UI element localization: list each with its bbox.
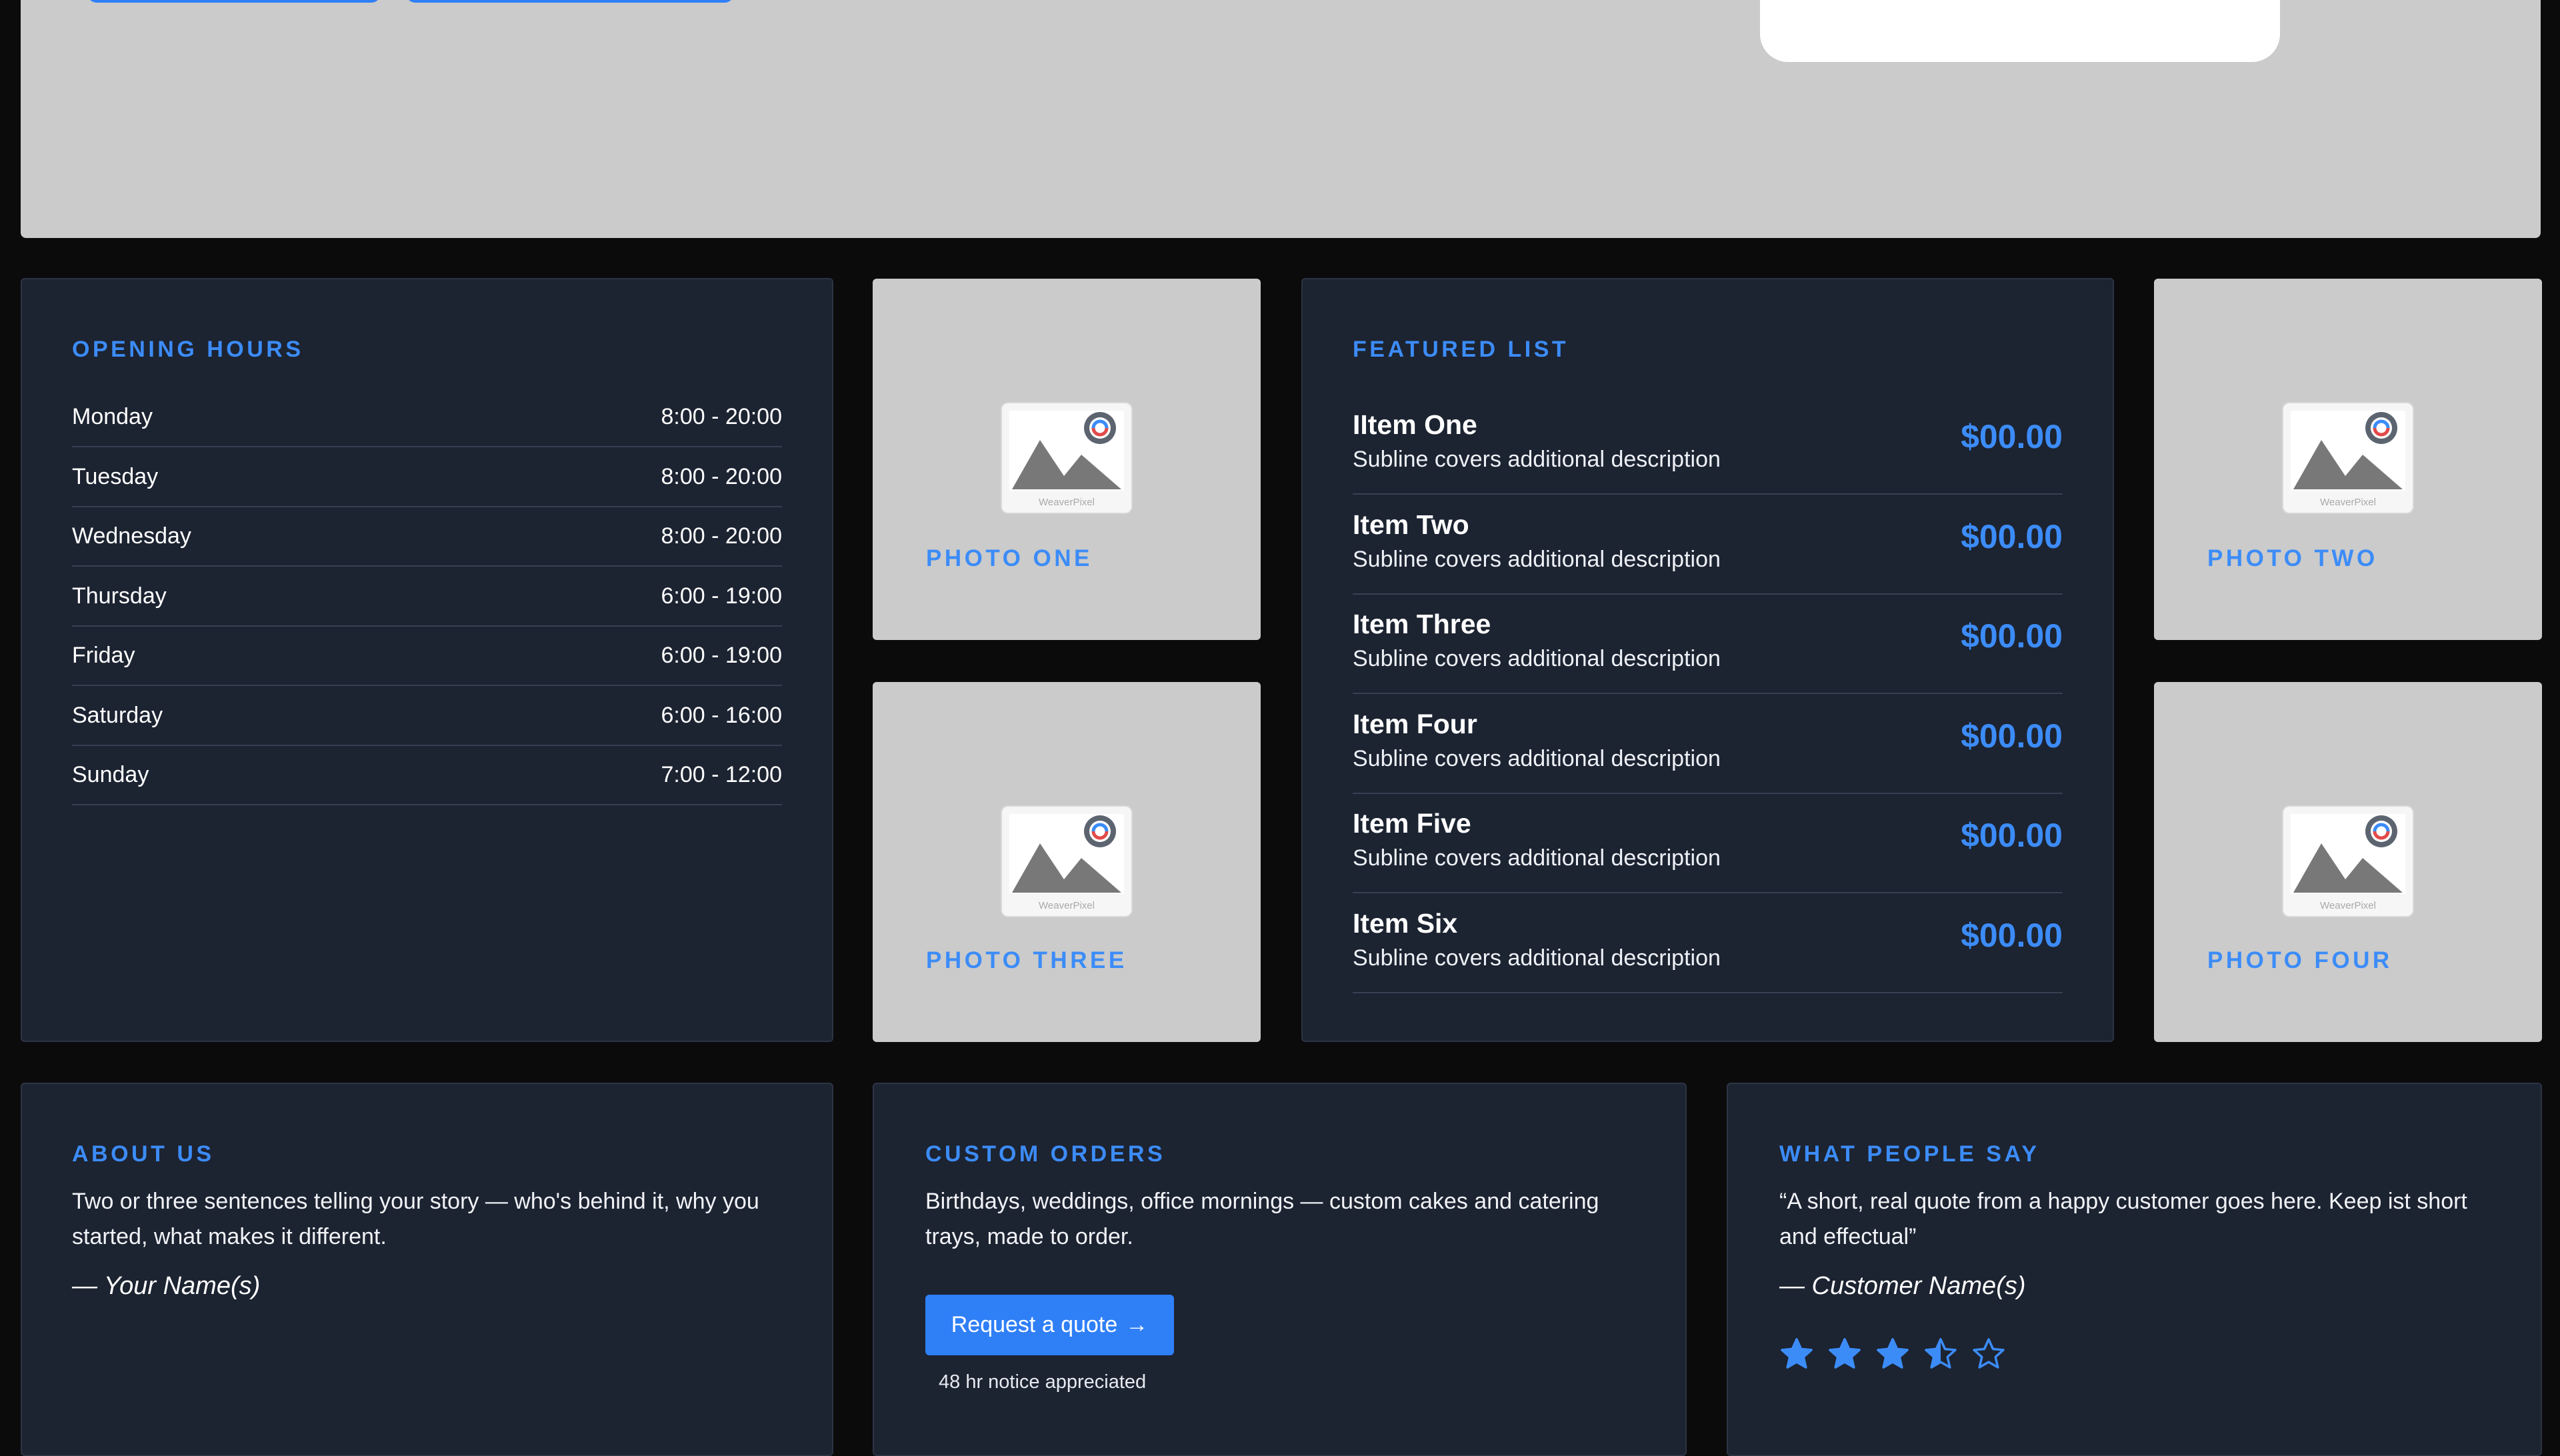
- item-price: $00.00: [1961, 916, 2063, 954]
- photo-card-two[interactable]: WeaverPixel PHOTO TWO: [2154, 279, 2542, 640]
- hours-row: Monday 8:00 - 20:00: [72, 387, 782, 447]
- item-subtitle: Subline covers additional description: [1353, 745, 1721, 771]
- about-signature: — Your Name(s): [72, 1272, 261, 1300]
- opening-hours-card: OPENING HOURS Monday 8:00 - 20:00 Tuesday 8…: [21, 278, 833, 1042]
- photo-label: PHOTO TWO: [2207, 545, 2378, 571]
- photo-card-four[interactable]: WeaverPixel PHOTO FOUR: [2154, 682, 2542, 1042]
- item-price: $00.00: [1961, 418, 2063, 455]
- featured-list-heading: FEATURED LIST: [1353, 337, 1569, 362]
- hero-primary-button[interactable]: [87, 0, 381, 3]
- image-placeholder-icon: WeaverPixel: [1000, 805, 1133, 918]
- hours-row: Friday 6:00 - 19:00: [72, 625, 782, 686]
- item-subtitle: Subline covers additional description: [1353, 447, 1721, 472]
- star-filled-icon: [1876, 1337, 1909, 1371]
- testimonial-heading: WHAT PEOPLE SAY: [1779, 1141, 2040, 1167]
- notice-text: 48 hr notice appreciated: [939, 1371, 1147, 1393]
- custom-orders-text: Birthdays, weddings, office mornings — c…: [925, 1189, 1599, 1249]
- about-card: ABOUT US Two or three sentences telling …: [21, 1083, 833, 1456]
- hours-row: Tuesday 8:00 - 20:00: [72, 447, 782, 507]
- item-price: $00.00: [1961, 717, 2063, 755]
- item-title: Item Three: [1353, 609, 1491, 639]
- hero-secondary-button[interactable]: [406, 0, 734, 3]
- watermark-text: WeaverPixel: [2320, 900, 2376, 911]
- featured-item[interactable]: Item Five Subline covers additional descr…: [1353, 792, 2063, 893]
- item-title: IItem One: [1353, 409, 1477, 440]
- item-subtitle: Subline covers additional description: [1353, 646, 1721, 671]
- featured-item[interactable]: Item Three Subline covers additional desc…: [1353, 593, 2063, 694]
- watermark-text: WeaverPixel: [1039, 900, 1095, 911]
- opening-hours-heading: OPENING HOURS: [72, 337, 304, 362]
- custom-orders-card: CUSTOM ORDERS Birthdays, weddings, offic…: [873, 1083, 1687, 1456]
- hours-day: Saturday: [72, 702, 163, 728]
- request-quote-label: Request a quote: [951, 1312, 1118, 1337]
- hours-day: Tuesday: [72, 463, 159, 489]
- custom-orders-heading: CUSTOM ORDERS: [925, 1141, 1166, 1167]
- item-subtitle: Subline covers additional description: [1353, 945, 1721, 971]
- hours-row: Saturday 6:00 - 16:00: [72, 685, 782, 746]
- item-subtitle: Subline covers additional description: [1353, 845, 1721, 871]
- hours-day: Wednesday: [72, 523, 191, 549]
- hours-time: 6:00 - 19:00: [661, 643, 782, 668]
- hours-time: 7:00 - 12:00: [661, 762, 782, 787]
- testimonial-quote: “A short, real quote from a happy custom…: [1779, 1189, 2467, 1249]
- photo-label: PHOTO ONE: [926, 545, 1093, 571]
- testimonial-author: — Customer Name(s): [1779, 1272, 2026, 1300]
- item-subtitle: Subline covers additional description: [1353, 546, 1721, 572]
- star-rating: [1780, 1337, 2005, 1371]
- star-empty-icon: [1972, 1337, 2005, 1371]
- item-price: $00.00: [1961, 617, 2063, 655]
- hours-day: Friday: [72, 643, 135, 668]
- item-title: Item Six: [1353, 907, 1458, 939]
- featured-item[interactable]: IItem One Subline covers additional descr…: [1353, 393, 2063, 495]
- photo-card-one[interactable]: WeaverPixel PHOTO ONE: [873, 279, 1261, 640]
- featured-item[interactable]: Item Four Subline covers additional descr…: [1353, 693, 2063, 794]
- image-placeholder-icon: WeaverPixel: [1000, 401, 1133, 515]
- watermark-text: WeaverPixel: [2320, 497, 2376, 508]
- watermark-text: WeaverPixel: [1039, 497, 1095, 508]
- hours-time: 8:00 - 20:00: [661, 523, 782, 549]
- item-price: $00.00: [1961, 817, 2063, 854]
- hours-row: Sunday 7:00 - 12:00: [72, 745, 782, 805]
- request-quote-button[interactable]: Request a quote →: [925, 1295, 1174, 1355]
- image-placeholder-icon: WeaverPixel: [2281, 401, 2415, 515]
- hero-card: [1760, 0, 2280, 62]
- item-price: $00.00: [1961, 517, 2063, 555]
- featured-list-card: FEATURED LIST IItem One Subline covers ad…: [1301, 278, 2114, 1042]
- item-title: Item Two: [1353, 509, 1469, 540]
- star-filled-icon: [1780, 1337, 1813, 1371]
- featured-item[interactable]: Item Six Subline covers additional descri…: [1353, 892, 2063, 993]
- item-title: Item Four: [1353, 708, 1477, 739]
- item-title: Item Five: [1353, 808, 1471, 839]
- arrow-right-icon: →: [1125, 1312, 1149, 1337]
- photo-label: PHOTO THREE: [926, 947, 1127, 973]
- hours-time: 8:00 - 20:00: [661, 404, 782, 429]
- hours-time: 6:00 - 16:00: [661, 702, 782, 728]
- image-placeholder-icon: WeaverPixel: [2281, 805, 2415, 918]
- hours-day: Monday: [72, 404, 153, 429]
- hours-row: Wednesday 8:00 - 20:00: [72, 506, 782, 567]
- hours-day: Sunday: [72, 762, 149, 787]
- about-text: Two or three sentences telling your stor…: [72, 1189, 759, 1249]
- hours-day: Thursday: [72, 583, 167, 609]
- hours-time: 8:00 - 20:00: [661, 463, 782, 489]
- testimonial-card: WHAT PEOPLE SAY “A short, real quote fro…: [1727, 1083, 2542, 1456]
- photo-card-three[interactable]: WeaverPixel PHOTO THREE: [873, 682, 1261, 1042]
- about-heading: ABOUT US: [72, 1141, 215, 1167]
- photo-label: PHOTO FOUR: [2207, 947, 2393, 973]
- star-filled-icon: [1828, 1337, 1861, 1371]
- hours-row: Thursday 6:00 - 19:00: [72, 566, 782, 627]
- hours-time: 6:00 - 19:00: [661, 583, 782, 609]
- featured-item[interactable]: Item Two Subline covers additional descri…: [1353, 493, 2063, 595]
- star-half-icon: [1924, 1337, 1957, 1371]
- hero-section: [21, 0, 2541, 238]
